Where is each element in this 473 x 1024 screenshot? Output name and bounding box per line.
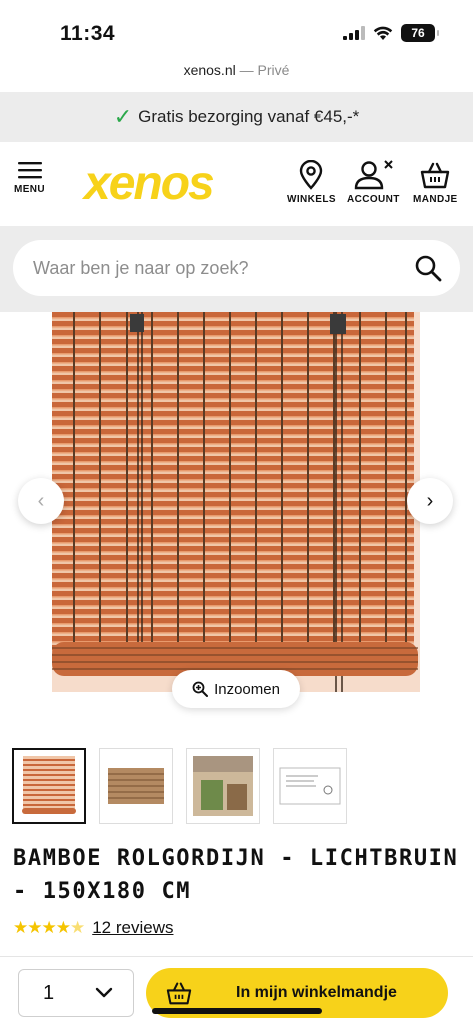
thumbnail-2[interactable]: [99, 748, 173, 824]
product-gallery[interactable]: ‹ › Inzoomen: [0, 312, 473, 742]
menu-label: MENU: [14, 184, 46, 195]
url-separator: —: [239, 62, 254, 78]
search-bar: [0, 226, 473, 312]
zoom-label: Inzoomen: [214, 680, 280, 698]
hamburger-icon: [17, 162, 42, 179]
thumbnail-image: [22, 756, 76, 814]
signal-icon: [343, 26, 365, 40]
url-domain: xenos.nl: [183, 62, 236, 78]
carousel-prev-button[interactable]: ‹: [18, 478, 64, 524]
search-icon[interactable]: [414, 254, 442, 282]
map-pin-icon: [300, 160, 323, 190]
thumbnail-image: [193, 756, 253, 816]
account-label: ACCOUNT: [347, 194, 400, 205]
status-icons: 76: [343, 24, 439, 42]
promo-banner: ✓ Gratis bezorging vanaf €45,-*: [0, 92, 473, 142]
carousel-next-button[interactable]: ›: [407, 478, 453, 524]
add-to-cart-label: In mijn winkelmandje: [236, 984, 397, 1001]
account-button[interactable]: ACCOUNT: [347, 160, 400, 205]
user-icon: [355, 160, 394, 190]
status-bar: 11:34 76: [0, 0, 473, 62]
quantity-select[interactable]: 1: [18, 969, 134, 1017]
status-time: 11:34: [60, 22, 116, 45]
thumbnail-4[interactable]: [273, 748, 347, 824]
basket-icon: [421, 162, 450, 189]
thumbnail-3[interactable]: [186, 748, 260, 824]
search-input[interactable]: [33, 257, 414, 279]
url-bar[interactable]: xenos.nl — Privé: [0, 62, 473, 92]
battery-level: 76: [411, 26, 425, 40]
product-title: BAMBOE ROLGORDIJN - LICHTBRUIN - 150X180…: [13, 846, 459, 904]
winkels-label: WINKELS: [287, 194, 336, 205]
thumbnail-image: [279, 767, 341, 805]
basket-icon: [166, 982, 192, 1005]
url-private-mode: Privé: [257, 62, 290, 78]
search-box: [13, 240, 460, 296]
winkels-button[interactable]: WINKELS: [287, 160, 336, 205]
home-indicator: [152, 1008, 322, 1014]
thumbnail-strip: [12, 748, 347, 824]
chevron-right-icon: ›: [426, 489, 434, 512]
zoom-in-icon: [192, 681, 209, 697]
thumbnail-image: [108, 768, 164, 804]
thumbnail-1[interactable]: [12, 748, 86, 824]
product-rating[interactable]: ★★★★★ 12 reviews: [13, 918, 173, 938]
chevron-left-icon: ‹: [37, 489, 45, 512]
menu-button[interactable]: MENU: [14, 160, 45, 195]
battery-indicator: 76: [401, 24, 439, 42]
xenos-logo[interactable]: xenos: [84, 156, 215, 211]
rating-stars: ★★★★★: [13, 918, 85, 937]
promo-text: Gratis bezorging vanaf €45,-*: [138, 107, 360, 126]
reviews-link[interactable]: 12 reviews: [92, 918, 173, 938]
wifi-icon: [373, 26, 393, 40]
zoom-button[interactable]: Inzoomen: [172, 670, 300, 708]
quantity-value: 1: [43, 981, 55, 1004]
chevron-down-icon: [95, 987, 113, 998]
check-icon: ✓: [113, 104, 133, 129]
mandje-button[interactable]: MANDJE: [413, 160, 458, 205]
mandje-label: MANDJE: [413, 194, 458, 205]
site-header: MENU xenos WINKELS ACCOUNT MANDJE: [0, 142, 473, 226]
product-image: [52, 312, 420, 692]
